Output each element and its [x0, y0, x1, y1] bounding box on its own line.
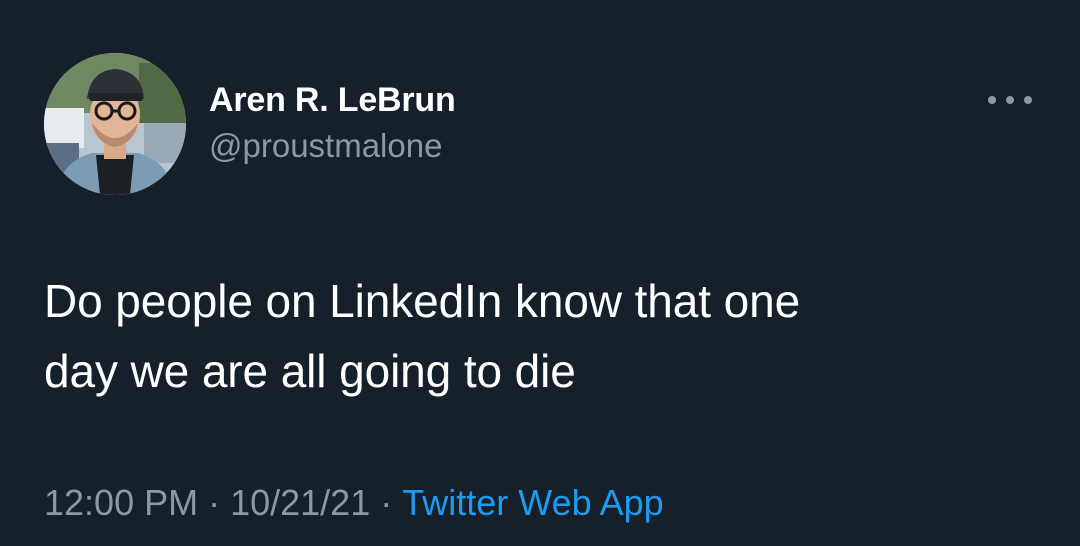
more-dot	[1024, 96, 1032, 104]
more-dot	[988, 96, 996, 104]
more-dot	[1006, 96, 1014, 104]
tweet-source-link[interactable]: Twitter Web App	[402, 482, 663, 523]
handle[interactable]: @proustmalone	[209, 124, 456, 168]
avatar-image	[44, 53, 186, 195]
tweet-card: Aren R. LeBrun @proustmalone Do people o…	[0, 0, 1080, 546]
tweet-date[interactable]: 10/21/21	[230, 482, 370, 523]
author-block[interactable]: Aren R. LeBrun @proustmalone	[209, 78, 456, 168]
display-name[interactable]: Aren R. LeBrun	[209, 78, 456, 122]
meta-separator: ·	[208, 482, 221, 523]
tweet-text-line: day we are all going to die	[44, 345, 576, 397]
meta-separator: ·	[380, 482, 393, 523]
more-horizontal-icon[interactable]	[988, 90, 1032, 110]
tweet-text-line: Do people on LinkedIn know that one	[44, 275, 801, 327]
tweet-text: Do people on LinkedIn know that one day …	[44, 266, 1044, 406]
tweet-time[interactable]: 12:00 PM	[44, 482, 198, 523]
tweet-meta: 12:00 PM · 10/21/21 · Twitter Web App	[44, 478, 664, 528]
avatar[interactable]	[44, 53, 186, 195]
